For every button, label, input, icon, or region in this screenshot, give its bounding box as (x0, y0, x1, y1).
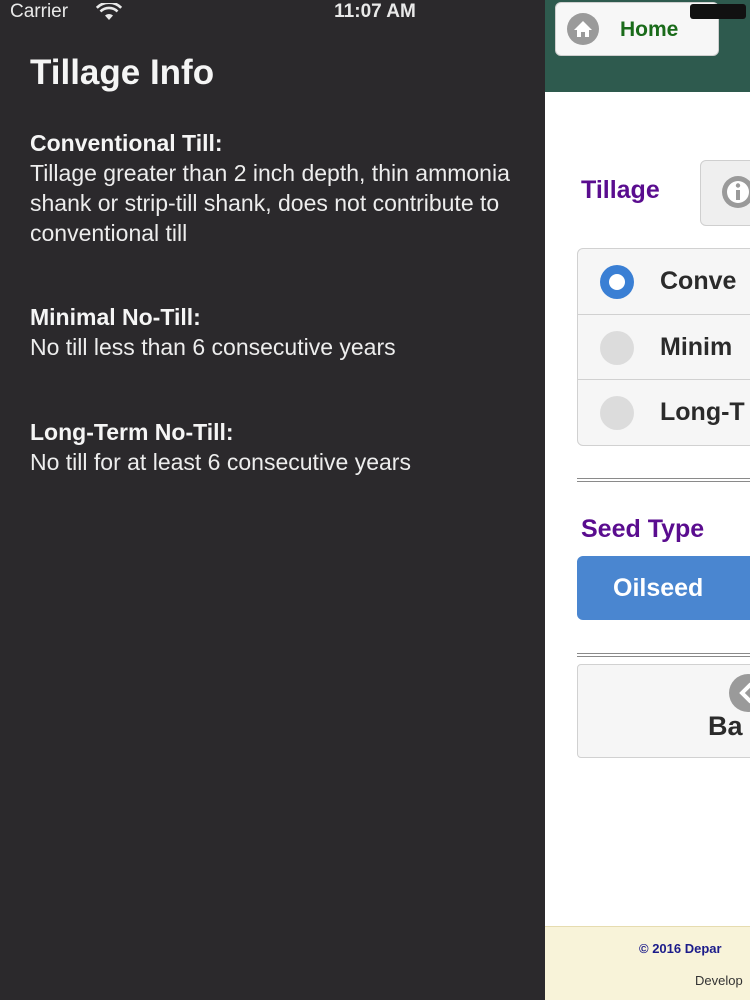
radio-selected-icon (600, 265, 634, 299)
oilseed-button-label: Oilseed (613, 574, 704, 602)
tillage-label: Tillage (581, 176, 660, 204)
tillage-info-panel: Tillage Info Conventional Till: Tillage … (0, 0, 545, 1000)
back-button-label: Ba (708, 711, 743, 741)
tillage-radio-group: Conve Minim Long-T (577, 248, 750, 446)
footer-copyright: © 2016 Depar (639, 941, 722, 956)
status-bar: Carrier 11:07 AM (0, 0, 750, 24)
tillage-option-long-term[interactable]: Long-T (578, 379, 750, 445)
back-icon (729, 674, 750, 712)
footer-developed: Develop (695, 973, 743, 988)
radio-unselected-icon (600, 331, 634, 365)
info-section-minimal: Minimal No-Till: No till less than 6 con… (30, 302, 510, 362)
info-heading: Minimal No-Till: (30, 304, 201, 330)
panel-title: Tillage Info (30, 53, 215, 92)
back-button[interactable]: Ba (577, 664, 750, 758)
info-heading: Long-Term No-Till: (30, 419, 234, 445)
info-section-long-term: Long-Term No-Till: No till for at least … (30, 417, 510, 477)
info-heading: Conventional Till: (30, 130, 223, 156)
info-text: Tillage greater than 2 inch depth, thin … (30, 160, 510, 246)
info-text: No till less than 6 consecutive years (30, 334, 396, 360)
section-divider (577, 478, 750, 482)
radio-unselected-icon (600, 396, 634, 430)
app-footer: © 2016 Depar Develop (545, 926, 750, 1000)
tillage-option-label: Conve (660, 267, 737, 295)
info-text: No till for at least 6 consecutive years (30, 449, 411, 475)
tillage-info-button[interactable] (700, 160, 750, 226)
info-icon (722, 176, 750, 208)
main-app-view[interactable]: Home Tillage Conve Minim Long-T Seed Typ… (545, 0, 750, 1000)
status-time: 11:07 AM (334, 1, 416, 22)
seed-type-label: Seed Type (581, 515, 705, 543)
tillage-option-conventional[interactable]: Conve (578, 249, 750, 314)
info-section-conventional: Conventional Till: Tillage greater than … (30, 128, 510, 248)
oilseed-button[interactable]: Oilseed (577, 556, 750, 620)
tillage-option-minimal[interactable]: Minim (578, 314, 750, 380)
battery-icon (690, 4, 746, 19)
tillage-option-label: Minim (660, 333, 733, 361)
tillage-option-label: Long-T (660, 398, 745, 426)
section-divider (577, 653, 750, 657)
